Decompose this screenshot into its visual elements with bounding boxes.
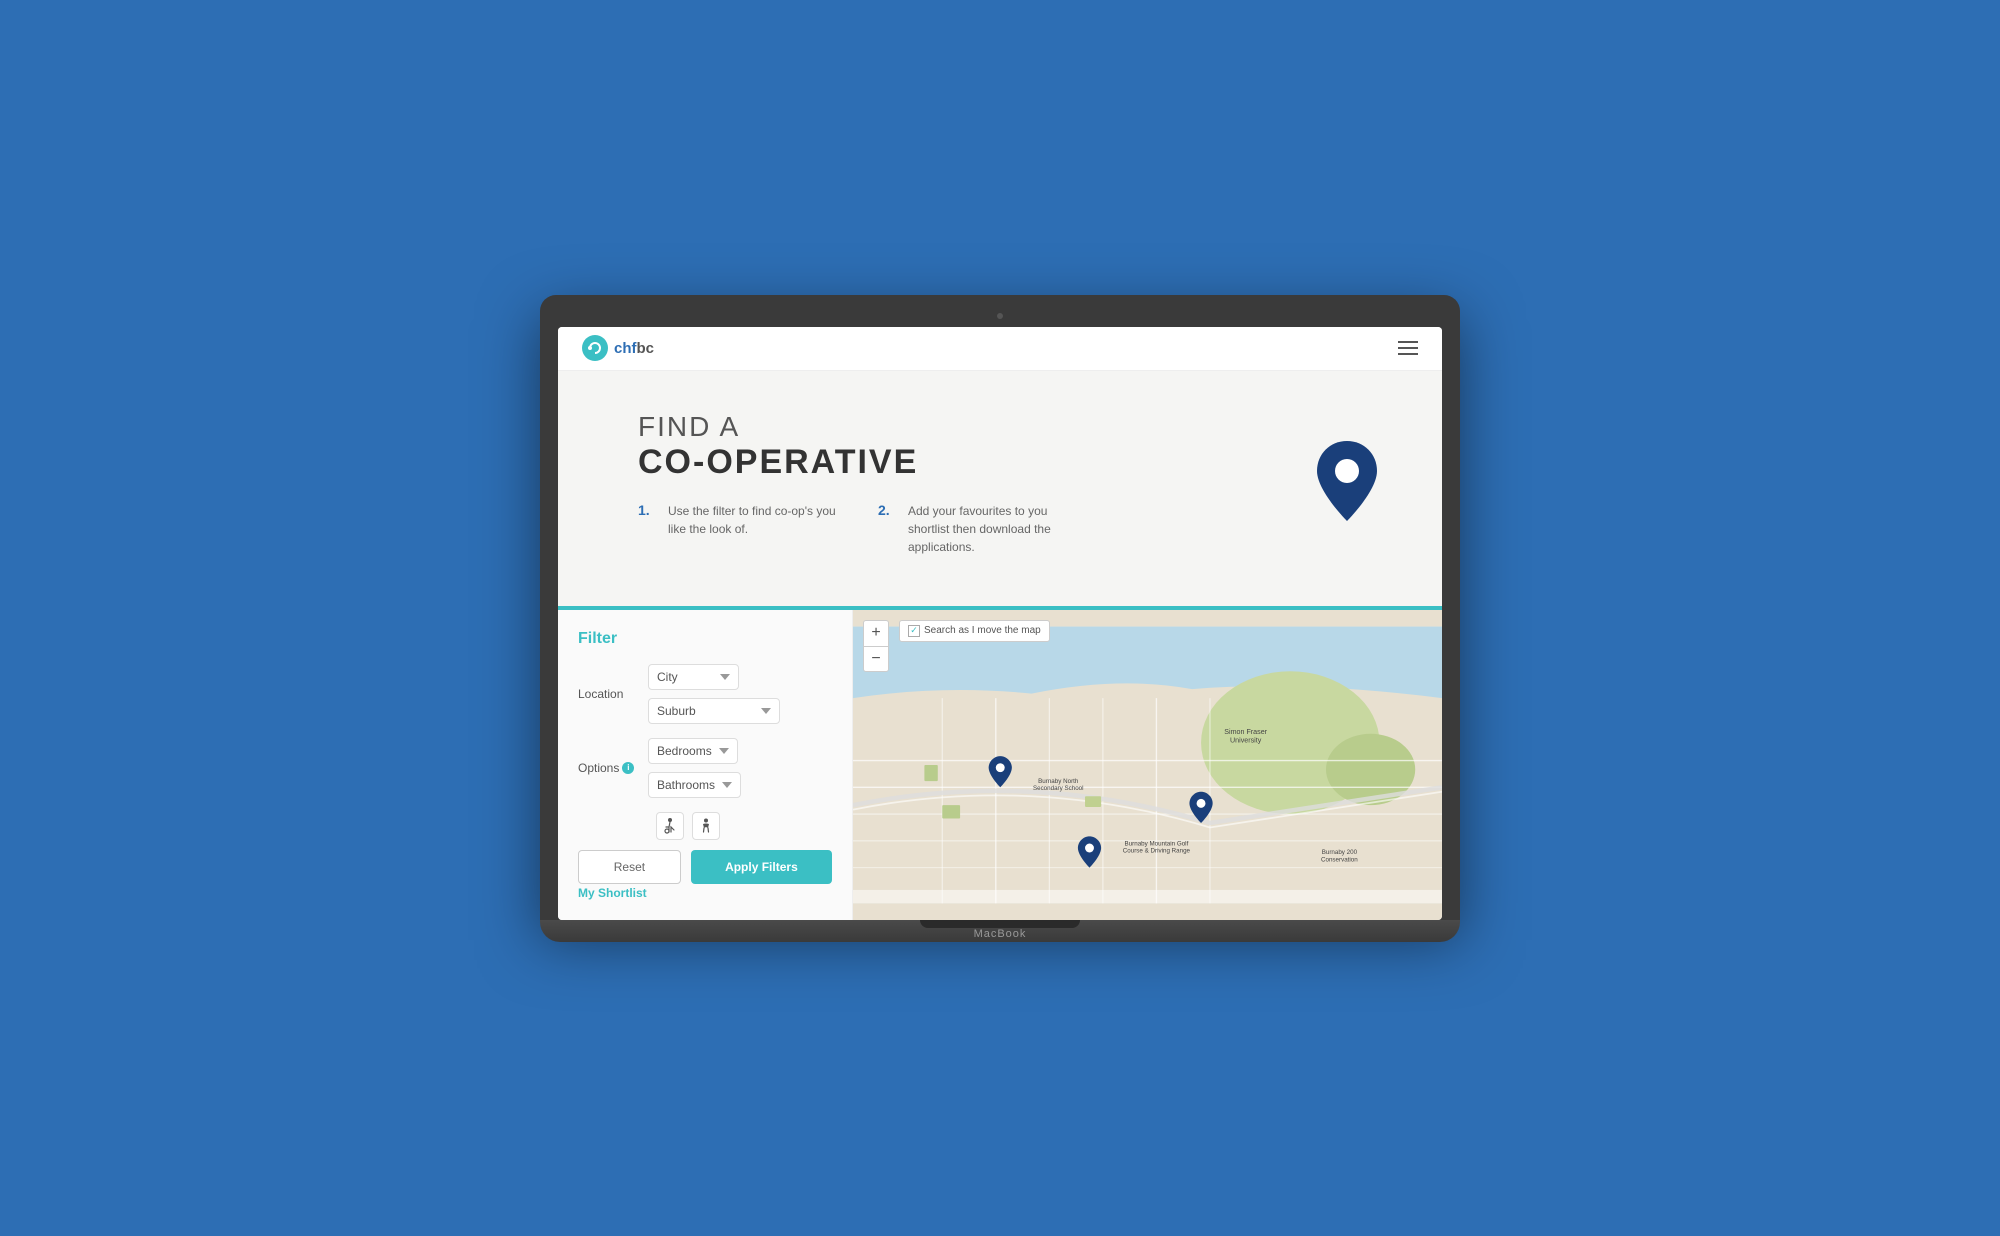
search-checkbox-icon[interactable] bbox=[908, 625, 920, 637]
hero-step-1: 1. Use the filter to find co-op's you li… bbox=[638, 502, 838, 556]
laptop-base: MacBook bbox=[540, 920, 1460, 942]
hamburger-line-1 bbox=[1398, 341, 1418, 343]
svg-text:Course & Driving Range: Course & Driving Range bbox=[1123, 847, 1191, 854]
svg-text:Conservation: Conservation bbox=[1321, 856, 1358, 863]
screen-bezel: chfbc FIND A CO-OPERATIVE 1. bbox=[540, 295, 1460, 920]
filter-sidebar: Filter Location City Burnaby Vancouver S… bbox=[558, 610, 853, 920]
apply-filters-button[interactable]: Apply Filters bbox=[691, 850, 832, 884]
wheelchair-icon[interactable] bbox=[656, 812, 684, 840]
step-2-text: Add your favourites to you shortlist the… bbox=[908, 502, 1078, 556]
main-content: Filter Location City Burnaby Vancouver S… bbox=[558, 610, 1442, 920]
search-as-move-checkbox[interactable]: Search as I move the map bbox=[899, 620, 1050, 642]
logo-icon bbox=[582, 335, 608, 361]
svg-text:Burnaby North: Burnaby North bbox=[1038, 777, 1079, 784]
navbar: chfbc bbox=[558, 327, 1442, 371]
hamburger-menu[interactable] bbox=[1398, 341, 1418, 355]
location-filter-row: Location City Burnaby Vancouver Surrey S… bbox=[578, 664, 832, 724]
filter-panel: Filter Location City Burnaby Vancouver S… bbox=[578, 630, 832, 884]
city-select[interactable]: City Burnaby Vancouver Surrey bbox=[648, 664, 739, 690]
hero-section: FIND A CO-OPERATIVE 1. Use the filter to… bbox=[558, 371, 1442, 606]
svg-text:Burnaby Mountain Golf: Burnaby Mountain Golf bbox=[1125, 840, 1189, 847]
shortlist-link[interactable]: My Shortlist bbox=[578, 884, 832, 902]
accessibility-icons bbox=[656, 812, 832, 840]
filter-title: Filter bbox=[578, 630, 832, 648]
laptop-brand: MacBook bbox=[974, 928, 1027, 940]
zoom-out-button[interactable]: − bbox=[863, 646, 889, 672]
camera bbox=[997, 313, 1003, 319]
hero-step-2: 2. Add your favourites to you shortlist … bbox=[878, 502, 1078, 556]
hero-pin-icon bbox=[1312, 436, 1382, 531]
laptop-container: chfbc FIND A CO-OPERATIVE 1. bbox=[540, 295, 1460, 942]
hamburger-line-2 bbox=[1398, 347, 1418, 349]
hero-title-find: FIND A bbox=[638, 411, 1078, 443]
info-icon: i bbox=[622, 762, 634, 774]
svg-text:Burnaby 200: Burnaby 200 bbox=[1322, 849, 1358, 856]
options-label: Options i bbox=[578, 761, 648, 775]
logo-bc: bc bbox=[637, 340, 655, 357]
map-area[interactable]: + − Search as I move the map bbox=[853, 610, 1442, 920]
map-zoom-controls: + − bbox=[863, 620, 889, 672]
filter-buttons: Reset Apply Filters bbox=[578, 850, 832, 884]
location-label: Location bbox=[578, 687, 648, 701]
logo: chfbc bbox=[582, 335, 654, 361]
logo-chf: chf bbox=[614, 340, 637, 357]
search-checkbox-label: Search as I move the map bbox=[924, 625, 1041, 636]
bathrooms-select[interactable]: Bathrooms 1 2 3+ bbox=[648, 772, 741, 798]
svg-text:Secondary School: Secondary School bbox=[1033, 784, 1084, 791]
svg-text:Simon Fraser: Simon Fraser bbox=[1224, 727, 1267, 735]
reset-button[interactable]: Reset bbox=[578, 850, 681, 884]
hero-content: FIND A CO-OPERATIVE 1. Use the filter to… bbox=[638, 411, 1078, 556]
options-controls: Bedrooms 1 2 3 4+ Bathrooms 1 2 bbox=[648, 738, 832, 798]
location-controls: City Burnaby Vancouver Surrey Suburb Bur… bbox=[648, 664, 832, 724]
screen: chfbc FIND A CO-OPERATIVE 1. bbox=[558, 327, 1442, 920]
step-1-number: 1. bbox=[638, 502, 658, 518]
bedrooms-select[interactable]: Bedrooms 1 2 3 4+ bbox=[648, 738, 738, 764]
zoom-in-button[interactable]: + bbox=[863, 620, 889, 646]
hero-title-coop: CO-OPERATIVE bbox=[638, 443, 1078, 482]
step-1-text: Use the filter to find co-op's you like … bbox=[668, 502, 838, 538]
logo-text: chfbc bbox=[614, 340, 654, 357]
person-icon[interactable] bbox=[692, 812, 720, 840]
hamburger-line-3 bbox=[1398, 353, 1418, 355]
options-filter-row: Options i Bedrooms 1 2 3 4+ bbox=[578, 738, 832, 798]
svg-text:University: University bbox=[1230, 736, 1262, 744]
suburb-select[interactable]: Suburb Burnaby Mountain Brentwood Metrot… bbox=[648, 698, 780, 724]
step-2-number: 2. bbox=[878, 502, 898, 518]
hero-steps: 1. Use the filter to find co-op's you li… bbox=[638, 502, 1078, 556]
map-svg: Simon Fraser University Burnaby North Se… bbox=[853, 610, 1442, 920]
